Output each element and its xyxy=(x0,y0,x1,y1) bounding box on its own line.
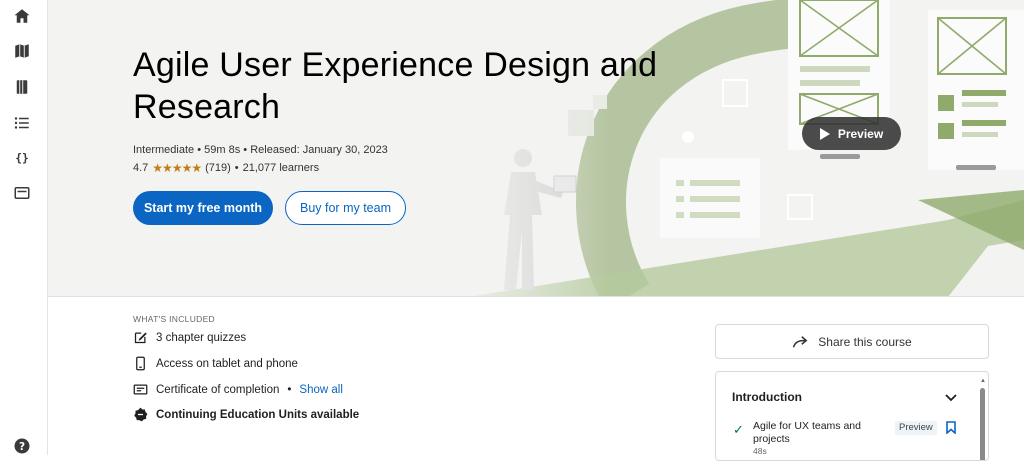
star-rating-icon: ★★★★★ xyxy=(152,161,202,175)
course-title: Agile User Experience Design and Researc… xyxy=(133,46,658,126)
start-free-month-button[interactable]: Start my free month xyxy=(133,191,273,225)
code-icon[interactable]: {} xyxy=(12,148,32,168)
course-contents-panel: Introduction ✓ Agile for UX teams and pr… xyxy=(715,371,989,461)
learner-count: 21,077 learners xyxy=(242,162,320,174)
rating-count: (719) xyxy=(205,162,231,174)
course-rating-row: 4.7 ★★★★★ (719) • 21,077 learners xyxy=(133,161,320,175)
course-level: Intermediate xyxy=(133,144,195,156)
svg-text:?: ? xyxy=(19,441,25,453)
buy-for-team-button[interactable]: Buy for my team xyxy=(285,191,406,225)
included-item: Access on tablet and phone xyxy=(133,356,298,371)
badge-icon xyxy=(134,407,148,422)
check-icon: ✓ xyxy=(733,422,744,437)
book-icon[interactable] xyxy=(12,77,32,97)
course-duration: 59m 8s xyxy=(204,144,241,156)
share-arrow-icon xyxy=(793,335,808,347)
preview-button[interactable]: Preview xyxy=(802,117,901,150)
chevron-down-icon[interactable] xyxy=(944,390,958,404)
course-hero: Agile User Experience Design and Researc… xyxy=(48,0,1024,297)
help-icon[interactable]: ? xyxy=(12,436,32,456)
list-icon[interactable] xyxy=(12,113,32,133)
scrollbar-thumb[interactable] xyxy=(980,388,985,460)
included-item: 3 chapter quizzes xyxy=(133,330,246,345)
card-icon[interactable] xyxy=(12,183,32,203)
course-meta: Intermediate • 59m 8s • Released: Januar… xyxy=(133,144,388,156)
contents-scrollbar[interactable]: ▲ xyxy=(980,378,986,460)
lesson-preview-badge[interactable]: Preview xyxy=(895,421,937,435)
home-icon[interactable] xyxy=(12,6,32,26)
scroll-up-icon[interactable]: ▲ xyxy=(980,378,986,384)
included-item: Certificate of completion • Show all xyxy=(133,382,343,397)
certificate-icon xyxy=(133,384,148,395)
bookmark-icon[interactable] xyxy=(946,421,956,434)
play-icon xyxy=(819,127,830,140)
phone-icon xyxy=(136,356,145,371)
map-icon[interactable] xyxy=(12,41,32,61)
share-course-button[interactable]: Share this course xyxy=(715,324,989,359)
section-title: Introduction xyxy=(732,390,802,404)
rating-value: 4.7 xyxy=(133,162,149,174)
left-sidebar: {} ? xyxy=(0,0,48,455)
show-all-link[interactable]: Show all xyxy=(299,384,342,396)
lesson-title[interactable]: Agile for UX teams and projects xyxy=(753,420,883,445)
whats-included-label: WHAT'S INCLUDED xyxy=(133,314,215,324)
svg-text:{}: {} xyxy=(15,152,29,165)
quiz-icon xyxy=(134,332,147,344)
release-date: Released: January 30, 2023 xyxy=(250,144,388,156)
included-item: Continuing Education Units available xyxy=(133,407,359,422)
